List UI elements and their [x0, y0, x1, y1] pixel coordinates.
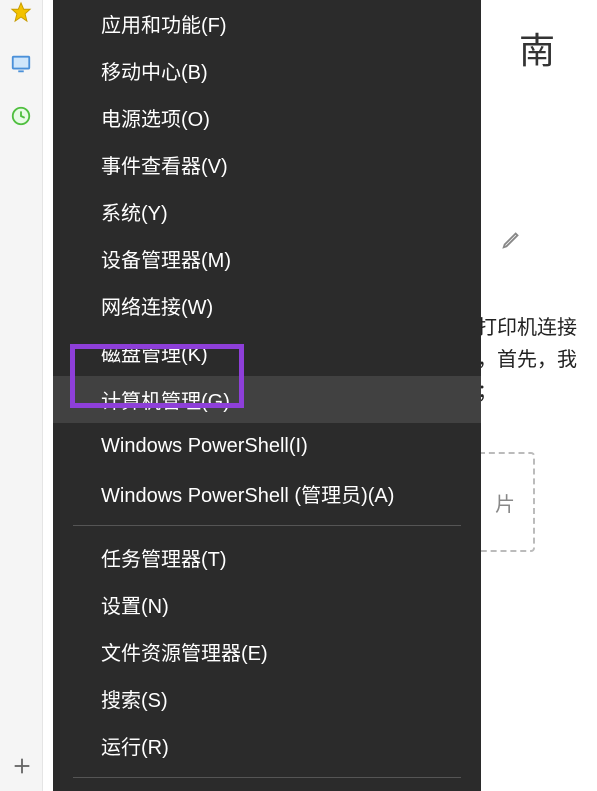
body-text: 打印机连接 ，首先，我 ；: [477, 312, 597, 408]
menu-item-run[interactable]: 运行(R): [53, 722, 481, 769]
menu-item-event-viewer[interactable]: 事件查看器(V): [53, 141, 481, 188]
menu-item-search[interactable]: 搜索(S): [53, 675, 481, 722]
menu-item-label: 移动中心(B): [101, 56, 208, 85]
star-icon[interactable]: [9, 0, 33, 24]
menu-item-label: 磁盘管理(K): [101, 338, 208, 367]
menu-item-power[interactable]: 电源选项(O): [53, 94, 481, 141]
menu-item-label: 事件查看器(V): [101, 150, 228, 179]
menu-item-shutdown[interactable]: 关机或注销(U): [53, 786, 481, 791]
menu-item-device-mgr[interactable]: 设备管理器(M): [53, 235, 481, 282]
menu-item-label: 应用和功能(F): [101, 9, 227, 38]
clock-icon[interactable]: [9, 104, 33, 128]
menu-item-label: 网络连接(W): [101, 291, 213, 320]
winx-context-menu: 应用和功能(F) 移动中心(B) 电源选项(O) 事件查看器(V) 系统(Y) 设备管理器…: [53, 0, 481, 791]
menu-item-ps-admin[interactable]: Windows PowerShell (管理员)(A): [53, 470, 481, 517]
menu-item-label: 设备管理器(M): [101, 244, 231, 273]
menu-divider: [73, 777, 461, 778]
left-rail: [0, 0, 43, 791]
menu-item-system[interactable]: 系统(Y): [53, 188, 481, 235]
menu-item-computer-mgmt[interactable]: 计算机管理(G): [53, 376, 481, 423]
menu-item-label: 设置(N): [101, 590, 169, 619]
menu-item-disk-mgmt[interactable]: 磁盘管理(K): [53, 329, 481, 376]
menu-item-label: 搜索(S): [101, 684, 168, 713]
page-title-fragment: 南: [519, 22, 555, 74]
menu-item-label: 文件资源管理器(E): [101, 637, 268, 666]
menu-item-label: 系统(Y): [101, 197, 168, 226]
monitor-icon[interactable]: [9, 52, 33, 76]
menu-item-label: 电源选项(O): [101, 103, 210, 132]
menu-item-task-mgr[interactable]: 任务管理器(T): [53, 534, 481, 581]
menu-item-label: 任务管理器(T): [101, 543, 227, 572]
menu-item-label: 计算机管理(G): [101, 385, 230, 414]
add-icon[interactable]: [0, 755, 43, 777]
menu-item-apps[interactable]: 应用和功能(F): [53, 0, 481, 47]
menu-item-network[interactable]: 网络连接(W): [53, 282, 481, 329]
menu-item-explorer[interactable]: 文件资源管理器(E): [53, 628, 481, 675]
menu-divider: [73, 525, 461, 526]
menu-item-label: Windows PowerShell (管理员)(A): [101, 479, 394, 508]
menu-item-settings[interactable]: 设置(N): [53, 581, 481, 628]
menu-item-mobility[interactable]: 移动中心(B): [53, 47, 481, 94]
menu-item-label: 运行(R): [101, 731, 169, 760]
menu-item-label: Windows PowerShell(I): [101, 435, 308, 458]
menu-item-ps[interactable]: Windows PowerShell(I): [53, 423, 481, 470]
image-placeholder[interactable]: 片: [475, 452, 535, 552]
edit-icon[interactable]: [501, 228, 523, 255]
